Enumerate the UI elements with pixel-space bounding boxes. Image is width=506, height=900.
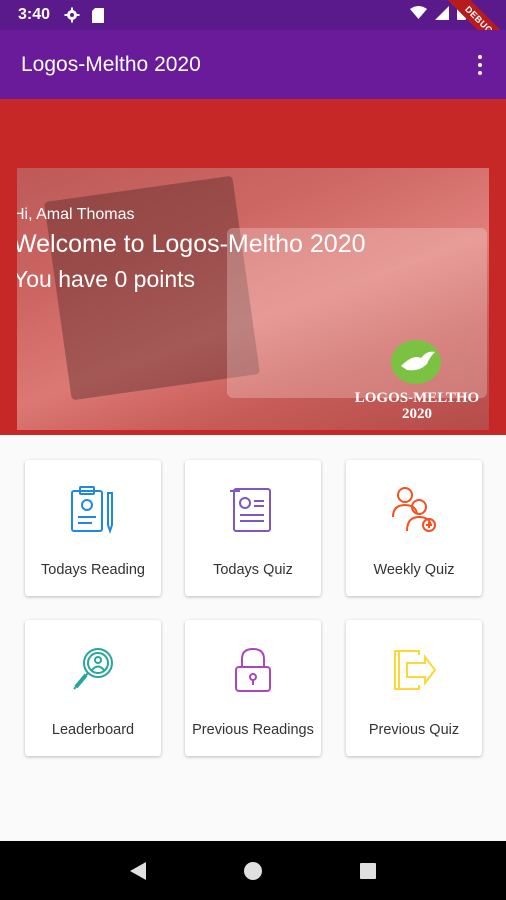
signal-icon (435, 5, 449, 25)
logo-text: LOGOS-MELTHO 2020 (347, 390, 487, 422)
settings-icon (64, 7, 80, 23)
lock-icon (228, 642, 278, 698)
weekly-quiz-label: Weekly Quiz (373, 562, 455, 578)
leaderboard-label: Leaderboard (51, 722, 135, 738)
home-button[interactable] (233, 851, 273, 891)
recents-button[interactable] (348, 851, 388, 891)
users-icon (389, 482, 439, 538)
dot-icon (478, 70, 482, 75)
previous-readings-label: Previous Readings (192, 722, 314, 738)
home-icon (243, 861, 262, 880)
menu-grid: Todays Reading Todays Quiz Weekly Quiz L… (0, 435, 506, 840)
sd-card-icon (92, 7, 105, 23)
scroll-icon (228, 482, 278, 538)
app-bar: Logos-Meltho 2020 (0, 30, 506, 99)
dove-logo-icon (391, 340, 441, 384)
todays-quiz-card[interactable]: Todays Quiz (185, 460, 321, 596)
navigation-bar (0, 841, 506, 900)
leaderboard-card[interactable]: Leaderboard (25, 620, 161, 756)
todays-reading-label: Todays Reading (41, 562, 145, 578)
header-background: Hi, Amal Thomas Welcome to Logos-Meltho … (0, 99, 506, 435)
exit-icon (389, 642, 439, 698)
previous-quiz-label: Previous Quiz (368, 722, 460, 738)
todays-reading-card[interactable]: Todays Reading (25, 460, 161, 596)
recents-icon (360, 862, 377, 879)
more-options-button[interactable] (472, 49, 488, 81)
back-button[interactable] (118, 851, 158, 891)
logo-line1: LOGOS-MELTHO (354, 390, 480, 406)
wifi-icon (410, 6, 427, 24)
logo-line2: 2020 (402, 406, 432, 422)
app-title: Logos-Meltho 2020 (21, 52, 201, 76)
status-bar: 3:40 DEBUG (0, 0, 506, 65)
search-user-icon (68, 642, 118, 698)
welcome-text: Welcome to Logos-Meltho 2020 (17, 230, 366, 258)
previous-quiz-card[interactable]: Previous Quiz (346, 620, 482, 756)
welcome-banner: Hi, Amal Thomas Welcome to Logos-Meltho … (17, 168, 489, 430)
back-icon (129, 861, 146, 880)
points-text: You have 0 points (17, 266, 196, 292)
todays-quiz-label: Todays Quiz (213, 562, 293, 578)
status-time: 3:40 (18, 6, 51, 23)
clipboard-icon (68, 482, 118, 538)
dot-icon (478, 62, 482, 67)
weekly-quiz-card[interactable]: Weekly Quiz (346, 460, 482, 596)
greeting-text: Hi, Amal Thomas (17, 206, 135, 223)
dot-icon (478, 54, 482, 59)
previous-readings-card[interactable]: Previous Readings (185, 620, 321, 756)
